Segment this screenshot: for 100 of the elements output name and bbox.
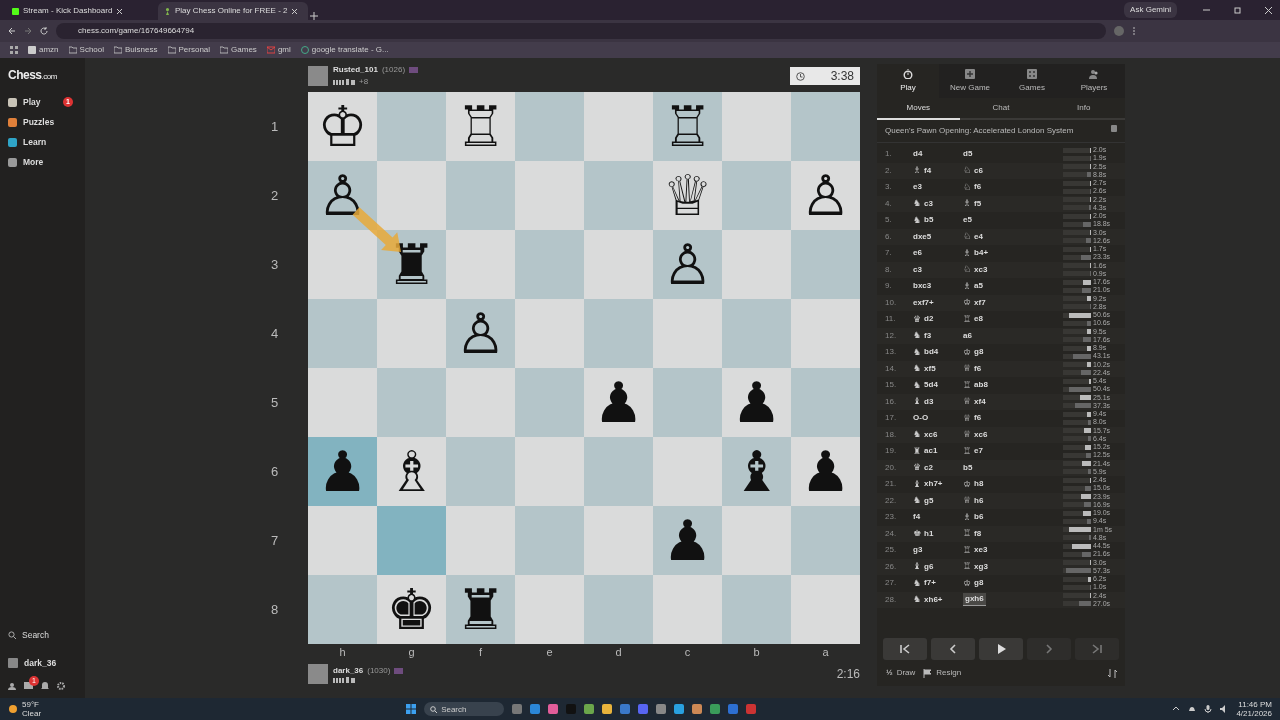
move-notation[interactable]: f4 [924, 164, 932, 177]
board-square[interactable]: ♟ [722, 368, 791, 437]
board-square[interactable] [722, 506, 791, 575]
flip-board-icon[interactable] [1108, 668, 1117, 678]
board-square[interactable] [377, 161, 446, 230]
panel-tab[interactable]: Info [1042, 98, 1125, 120]
board-square[interactable]: ♜ [377, 230, 446, 299]
board-square[interactable]: ♖ [653, 92, 722, 161]
chess-piece[interactable]: ♔ [317, 98, 368, 155]
move-notation[interactable]: f3 [924, 329, 932, 342]
panel-nav-tab[interactable]: New Game [939, 64, 1001, 98]
bookmark-link[interactable]: google translate - G... [300, 44, 389, 56]
board-square[interactable]: ♝ [722, 437, 791, 506]
board-square[interactable] [446, 506, 515, 575]
board-square[interactable] [515, 230, 584, 299]
settings-icon[interactable] [57, 681, 65, 690]
bookmark-link[interactable]: Personal [167, 44, 211, 56]
move-notation[interactable]: f6 [974, 181, 982, 194]
move-notation[interactable]: a5 [974, 280, 983, 293]
chess-piece[interactable]: ♙ [662, 236, 713, 293]
chess-piece[interactable]: ♟ [800, 443, 851, 500]
board-square[interactable]: ♔ [308, 92, 377, 161]
taskbar-time[interactable]: 11:46 PM [1238, 700, 1272, 709]
sun-icon[interactable] [8, 704, 18, 714]
chess-piece[interactable]: ♙ [455, 305, 506, 362]
sidebar-item[interactable]: More [8, 152, 77, 172]
book-icon[interactable] [1111, 125, 1117, 132]
move-notation[interactable]: f7+ [924, 577, 936, 590]
cloud-icon[interactable] [1188, 705, 1197, 713]
app-icon[interactable] [620, 704, 631, 714]
profile-icon[interactable] [1114, 26, 1124, 36]
board-square[interactable] [377, 92, 446, 161]
panel-tab[interactable]: Moves [877, 98, 960, 120]
board-square[interactable] [653, 575, 722, 644]
chess-piece[interactable]: ♙ [800, 167, 851, 224]
board-square[interactable] [584, 230, 653, 299]
player-name[interactable]: Rusted_101 [333, 64, 378, 76]
board-square[interactable] [515, 575, 584, 644]
taskbar-search-field[interactable]: Search [424, 702, 505, 716]
board-square[interactable] [446, 437, 515, 506]
board-square[interactable] [308, 299, 377, 368]
board-square[interactable] [584, 161, 653, 230]
move-notation[interactable]: b5 [963, 461, 973, 474]
board-square[interactable] [722, 161, 791, 230]
move-notation[interactable]: xh6+ [924, 593, 943, 606]
move-notation[interactable]: xg3 [974, 560, 988, 573]
board-square[interactable] [446, 161, 515, 230]
board-square[interactable]: ♟ [653, 506, 722, 575]
board-square[interactable] [308, 506, 377, 575]
move-notation[interactable]: bxc3 [913, 280, 932, 293]
move-notation[interactable]: g8 [974, 346, 984, 359]
chess-piece[interactable]: ♝ [731, 443, 782, 500]
board-square[interactable] [653, 437, 722, 506]
move-notation[interactable]: g6 [924, 560, 934, 573]
board-square[interactable] [515, 437, 584, 506]
move-notation[interactable]: a6 [963, 329, 972, 342]
app-icon[interactable] [638, 704, 649, 714]
move-notation[interactable]: c2 [924, 461, 933, 474]
resign-button[interactable]: Resign [922, 666, 963, 680]
board-square[interactable] [446, 230, 515, 299]
board-square[interactable]: ♖ [446, 92, 515, 161]
minimize-icon[interactable] [1203, 6, 1210, 14]
sidebar-item[interactable]: Learn [8, 132, 77, 152]
bookmark-link[interactable]: Buisness [114, 44, 158, 56]
app-icon[interactable] [674, 704, 685, 714]
first-move-button[interactable] [883, 638, 927, 660]
player-name[interactable]: dark_36 [333, 665, 364, 677]
chess-piece[interactable]: ♜ [455, 581, 506, 638]
close-icon[interactable] [116, 7, 124, 15]
board-square[interactable] [722, 299, 791, 368]
board-square[interactable] [653, 368, 722, 437]
bookmark-link[interactable]: School [68, 44, 105, 56]
move-notation[interactable]: e4 [974, 230, 983, 243]
board-square[interactable] [653, 299, 722, 368]
move-notation[interactable]: xh7+ [924, 478, 943, 491]
panel-nav-tab[interactable]: Games [1001, 64, 1063, 98]
move-notation[interactable]: d3 [924, 395, 934, 408]
move-notation[interactable]: xc6 [974, 428, 988, 441]
chess-piece[interactable]: ♟ [662, 512, 713, 569]
move-notation[interactable]: O-O [913, 412, 929, 425]
chess-piece[interactable]: ♖ [455, 98, 506, 155]
board-square[interactable] [791, 299, 860, 368]
board-square[interactable] [584, 437, 653, 506]
move-notation[interactable]: b6 [974, 511, 984, 524]
move-notation[interactable]: c3 [913, 263, 922, 276]
move-notation[interactable]: g5 [924, 494, 934, 507]
move-notation[interactable]: f4 [913, 511, 921, 524]
bookmark-link[interactable]: amzn [28, 44, 59, 56]
move-notation[interactable]: bd4 [924, 346, 939, 359]
previous-button[interactable] [931, 638, 975, 660]
board-square[interactable] [791, 368, 860, 437]
move-notation[interactable]: f5 [974, 197, 982, 210]
move-notation[interactable]: g8 [974, 577, 984, 590]
apps-grid-icon[interactable] [10, 46, 18, 54]
board-square[interactable] [308, 230, 377, 299]
chess-piece[interactable]: ♙ [317, 167, 368, 224]
close-icon[interactable] [1265, 6, 1272, 14]
move-notation[interactable]: d2 [924, 313, 934, 326]
board-square[interactable]: ♟ [308, 437, 377, 506]
move-notation[interactable]: e3 [913, 181, 922, 194]
